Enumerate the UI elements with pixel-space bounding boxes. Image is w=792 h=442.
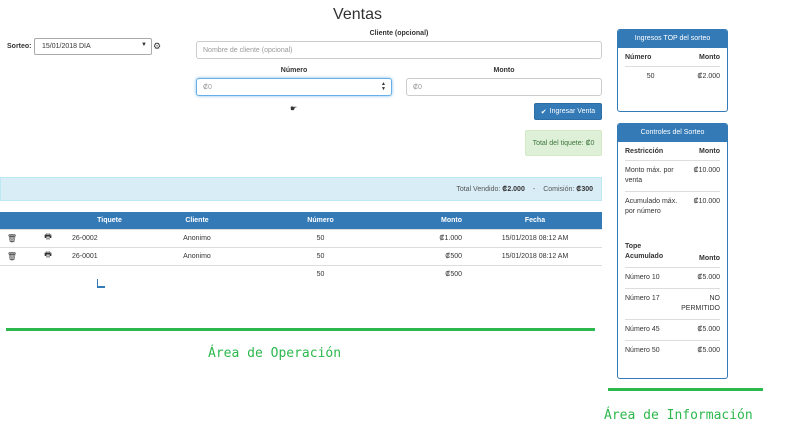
informacion-underline — [608, 388, 763, 391]
summary-separator: - — [532, 185, 536, 193]
tope-value: NO PERMITIDO — [677, 287, 720, 319]
top-cell-monto: ₡2.000 — [676, 66, 720, 87]
top-ingresos-table: Número Monto 50 ₡2.000 — [625, 48, 720, 87]
cell-numero: 50 — [247, 264, 394, 283]
spinner-arrows-icon[interactable]: ▲ ▼ — [381, 82, 386, 92]
trash-icon[interactable]: 🗑 — [7, 234, 17, 243]
comision-label: Comisión: — [543, 185, 575, 193]
corner-marker — [97, 279, 105, 288]
tope-value: ₡5.000 — [677, 339, 720, 361]
top-header-numero: Número — [625, 54, 652, 61]
chevron-down-icon: ▼ — [141, 42, 147, 48]
monto-placeholder: ₡0 — [413, 83, 422, 91]
monto-input[interactable]: ₡0 — [406, 78, 602, 96]
restriccion-label: Monto máx. por venta — [625, 160, 678, 192]
cell-cliente: Anonimo — [147, 228, 247, 247]
printer-icon[interactable]: 🖶 — [44, 232, 52, 241]
cliente-input[interactable]: Nombre de cliente (opcional) — [196, 41, 602, 59]
cell-fecha: 15/01/2018 08:12 AM — [468, 246, 602, 265]
header-fecha: Fecha — [468, 212, 602, 229]
total-tiquete: Total del tiquete: ₡0 — [525, 130, 602, 156]
gear-icon[interactable]: ⚙ — [153, 41, 161, 52]
cell-numero: 50 — [247, 246, 394, 265]
tope-label: Número 50 — [625, 339, 678, 361]
cliente-placeholder: Nombre de cliente (opcional) — [203, 46, 293, 54]
area-informacion-label: Área de Información — [604, 408, 753, 423]
header-monto: Monto — [394, 212, 468, 229]
sales-table: Tiquete Cliente Número Monto Fecha 🗑 🖶 2… — [0, 212, 602, 283]
check-icon: ✔ — [540, 108, 547, 116]
area-operacion-label: Área de Operación — [208, 346, 342, 361]
restriccion-value: ₡10.000 — [677, 160, 720, 192]
cell-cliente: Anonimo — [147, 246, 247, 265]
tope-header-monto: Monto — [699, 254, 720, 262]
table-row: Monto máx. por venta ₡10.000 — [625, 160, 720, 192]
sales-table-header: Tiquete Cliente Número Monto Fecha — [0, 212, 602, 229]
cell-monto: ₡1.000 — [394, 228, 468, 247]
top-ingresos-panel: Ingresos TOP del sorteo Número Monto 50 … — [617, 29, 728, 112]
cell-tiquete: 26-0002 — [72, 228, 147, 247]
header-cliente: Cliente — [147, 212, 247, 229]
top-cell-numero: 50 — [625, 66, 677, 87]
operacion-underline — [6, 328, 595, 331]
tope-value: ₡5.000 — [677, 318, 720, 340]
header-tiquete: Tiquete — [72, 212, 147, 229]
sorteo-label: Sorteo: — [7, 43, 32, 50]
controles-header-restriccion: Restricción — [625, 148, 664, 155]
restriccion-value: ₡10.000 — [677, 191, 720, 236]
top-ingresos-title: Ingresos TOP del sorteo — [618, 30, 727, 48]
cell-monto: ₡500 — [394, 264, 468, 283]
controles-title: Controles del Sorteo — [618, 124, 727, 142]
tope-label: Número 10 — [625, 266, 678, 288]
cell-numero: 50 — [247, 228, 394, 247]
cell-tiquete: 26-0001 — [72, 246, 147, 265]
table-row: 🗑 🖶 26-0001 Anonimo 50 ₡500 15/01/2018 0… — [0, 246, 602, 265]
table-row: 50 ₡2.000 — [625, 66, 720, 87]
tope-value: ₡5.000 — [677, 266, 720, 288]
sorteo-select[interactable]: 15/01/2018 DIA ▼ — [34, 38, 152, 55]
table-row: Número 10 ₡5.000 — [625, 266, 720, 288]
numero-input[interactable]: ₡0 ▲ ▼ — [196, 78, 392, 96]
table-row: Número 17 NO PERMITIDO — [625, 287, 720, 319]
numero-label: Número — [280, 67, 308, 74]
cell-fecha: 15/01/2018 08:12 AM — [468, 228, 602, 247]
page-title: Ventas — [333, 6, 382, 23]
cliente-label: Cliente (opcional) — [369, 30, 429, 37]
cell-monto: ₡500 — [394, 246, 468, 265]
controles-header-monto: Monto — [699, 148, 720, 155]
tope-header-label: Tope Acumulado — [625, 242, 664, 260]
mouse-cursor-icon: ☛ — [290, 104, 298, 113]
table-row: Número 45 ₡5.000 — [625, 318, 720, 340]
header-numero: Número — [247, 212, 394, 229]
table-row: 🗑 🖶 26-0002 Anonimo 50 ₡1.000 15/01/2018… — [0, 228, 602, 247]
controles-panel: Controles del Sorteo Restricción Monto M… — [617, 123, 728, 379]
total-vendido-label: Total Vendido: — [456, 185, 501, 193]
top-header-monto: Monto — [699, 54, 720, 61]
summary-bar: Total Vendido: ₡2.000 - Comisión: ₡300 — [0, 177, 602, 201]
numero-placeholder: ₡0 — [203, 83, 212, 91]
comision-value: ₡300 — [576, 185, 593, 193]
ingresar-venta-button[interactable]: ✔ Ingresar Venta — [534, 103, 602, 120]
restriccion-label: Acumulado máx. por número — [625, 191, 678, 236]
printer-icon[interactable]: 🖶 — [44, 250, 52, 259]
tope-label: Número 45 — [625, 318, 678, 340]
table-row: Acumulado máx. por número ₡10.000 — [625, 191, 720, 236]
trash-icon[interactable]: 🗑 — [7, 252, 17, 261]
tope-label: Número 17 — [625, 287, 678, 319]
controles-table: Restricción Monto Monto máx. por venta ₡… — [625, 142, 720, 361]
table-row: Número 50 ₡5.000 — [625, 339, 720, 361]
sorteo-selected-value: 15/01/2018 DIA — [42, 43, 91, 50]
ingresar-venta-label: Ingresar Venta — [549, 108, 596, 115]
table-row: 50 ₡500 — [0, 264, 602, 283]
total-vendido-value: ₡2.000 — [502, 185, 525, 193]
monto-label: Monto — [493, 67, 515, 74]
